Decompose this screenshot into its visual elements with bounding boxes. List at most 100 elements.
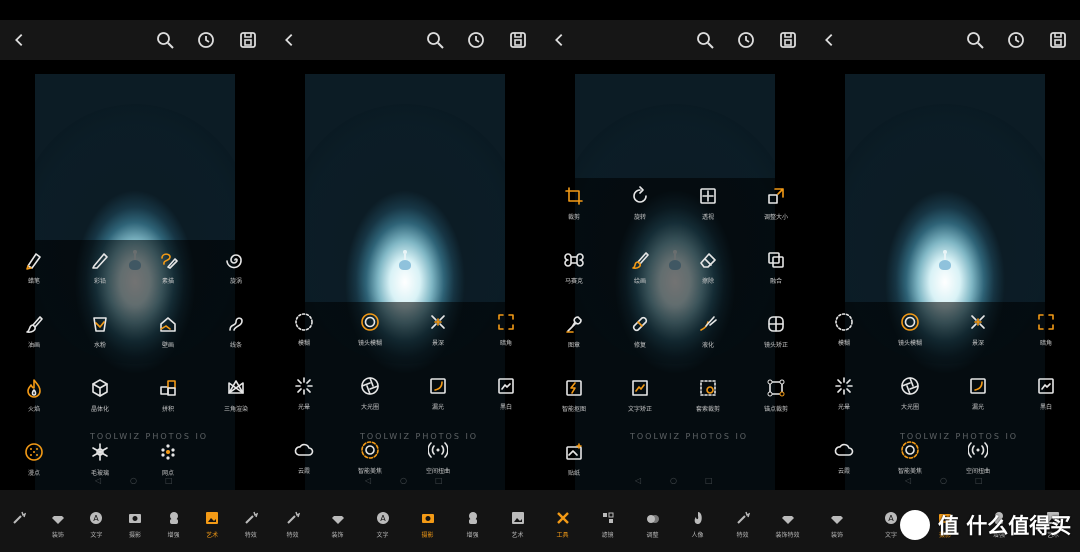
tool-item[interactable]: 光晕 [816, 376, 872, 420]
line-icon [226, 314, 246, 334]
tool-item[interactable]: 调整大小 [748, 186, 804, 230]
category-tab[interactable]: 增强 [453, 508, 493, 544]
tool-item[interactable]: 图章 [546, 314, 602, 358]
category-tab[interactable]: 艺术 [192, 508, 232, 544]
tool-item[interactable]: 镜头模糊 [342, 312, 398, 356]
category-tab[interactable] [0, 508, 39, 544]
category-tab[interactable]: 艺术 [498, 508, 538, 544]
tool-item[interactable]: 马赛克 [546, 250, 602, 294]
tool-item[interactable]: 模糊 [816, 312, 872, 356]
category-tab[interactable]: 人像 [678, 508, 718, 544]
tool-item[interactable]: 旋涡 [208, 250, 264, 294]
history-icon [198, 32, 214, 48]
category-tab[interactable]: 装饰 [38, 508, 78, 544]
gouache-icon [90, 314, 110, 334]
back-button[interactable] [280, 30, 298, 50]
tool-label: 文字矫正 [627, 406, 652, 413]
tool-item[interactable]: 素描 [140, 250, 196, 294]
tool-item[interactable]: 光晕 [276, 376, 332, 420]
tool-item[interactable]: 黑白 [1018, 376, 1074, 420]
category-tab[interactable]: 摄影 [115, 508, 155, 544]
search-icon [967, 32, 984, 49]
category-tab[interactable]: 增强 [154, 508, 194, 544]
tab-label: 调整 [646, 532, 659, 539]
tool-item[interactable]: 晶体化 [72, 378, 128, 422]
tool-label: 擦除 [701, 278, 714, 285]
tool-label: 镜头模糊 [357, 340, 382, 347]
tool-item[interactable]: 旋转 [612, 186, 668, 230]
tool-item[interactable]: 三角渲染 [208, 378, 264, 422]
tool-label: 绘画 [633, 278, 646, 285]
tool-item[interactable]: 镜头矫正 [748, 314, 804, 358]
tool-item[interactable]: 景深 [410, 312, 466, 356]
tool-item[interactable]: 黑白 [478, 376, 534, 420]
back-button[interactable] [10, 30, 28, 50]
nav-back-icon: ◁ [95, 476, 102, 485]
camera-icon [128, 510, 142, 524]
tool-item[interactable]: 擦除 [680, 250, 736, 294]
category-tab[interactable]: 调整 [633, 508, 673, 544]
category-tab[interactable]: 装饰 [318, 508, 358, 544]
history-button[interactable] [736, 30, 756, 50]
save-button[interactable] [238, 30, 258, 50]
tool-label: 三角渲染 [223, 406, 248, 413]
tool-item[interactable]: 智能抠图 [546, 378, 602, 422]
tool-item[interactable]: 文字矫正 [612, 378, 668, 422]
tool-item[interactable]: 蜡笔 [6, 250, 62, 294]
search-button[interactable] [965, 30, 985, 50]
tool-item[interactable]: 油画 [6, 314, 62, 358]
tool-item[interactable]: 漏光 [410, 376, 466, 420]
history-button[interactable] [466, 30, 486, 50]
search-button[interactable] [155, 30, 175, 50]
enhance-icon [466, 510, 480, 524]
category-tab[interactable]: 特效 [273, 508, 313, 544]
bw-icon [1036, 376, 1056, 396]
tool-item[interactable]: 液化 [680, 314, 736, 358]
tool-item[interactable]: 线条 [208, 314, 264, 358]
history-button[interactable] [1006, 30, 1026, 50]
category-tab[interactable]: A 文字 [363, 508, 403, 544]
back-button[interactable] [550, 30, 568, 50]
tool-item[interactable]: 裁剪 [546, 186, 602, 230]
nav-back-icon: ◁ [905, 476, 912, 485]
tool-item[interactable]: 融合 [748, 250, 804, 294]
tool-item[interactable]: 大光圈 [342, 376, 398, 420]
history-button[interactable] [196, 30, 216, 50]
tool-item[interactable]: 暗角 [1018, 312, 1074, 356]
tool-item[interactable]: 镜头模糊 [882, 312, 938, 356]
search-button[interactable] [425, 30, 445, 50]
tool-item[interactable]: 锚点裁剪 [748, 378, 804, 422]
category-tab[interactable]: 工具 [543, 508, 583, 544]
category-tab[interactable]: 摄影 [408, 508, 448, 544]
category-tab[interactable]: 特效 [231, 508, 270, 544]
category-tab[interactable]: 装饰特效 [768, 508, 808, 544]
category-tab[interactable]: A 文字 [76, 508, 116, 544]
back-button[interactable] [820, 30, 838, 50]
tool-item[interactable]: 火焰 [6, 378, 62, 422]
tool-item[interactable]: 彩铅 [72, 250, 128, 294]
tool-item[interactable]: 透视 [680, 186, 736, 230]
tool-item[interactable]: 壁画 [140, 314, 196, 358]
tool-item[interactable]: 套索裁剪 [680, 378, 736, 422]
system-nav-ghost: ◁ ○ □ [0, 470, 270, 490]
tool-item[interactable]: 模糊 [276, 312, 332, 356]
tool-item[interactable]: 绘画 [612, 250, 668, 294]
tool-item[interactable]: 修复 [612, 314, 668, 358]
tab-label: 增强 [466, 532, 479, 539]
tool-item[interactable]: 大光圈 [882, 376, 938, 420]
category-tab-bar: 装饰 A 文字 摄影 增强 艺术 特效 [0, 490, 270, 552]
category-tab[interactable]: 装饰 [817, 508, 857, 544]
tool-item[interactable]: 景深 [950, 312, 1006, 356]
category-tab[interactable]: 特效 [723, 508, 763, 544]
tool-item[interactable]: 水粉 [72, 314, 128, 358]
category-tab[interactable]: 滤镜 [588, 508, 628, 544]
search-button[interactable] [695, 30, 715, 50]
save-button[interactable] [508, 30, 528, 50]
save-button[interactable] [778, 30, 798, 50]
tool-item[interactable]: 漏光 [950, 376, 1006, 420]
tool-item[interactable]: 拼积 [140, 378, 196, 422]
tool-label: 暗角 [499, 340, 512, 347]
save-button[interactable] [1048, 30, 1068, 50]
tool-label: 蜡笔 [27, 278, 40, 285]
tool-item[interactable]: 暗角 [478, 312, 534, 356]
